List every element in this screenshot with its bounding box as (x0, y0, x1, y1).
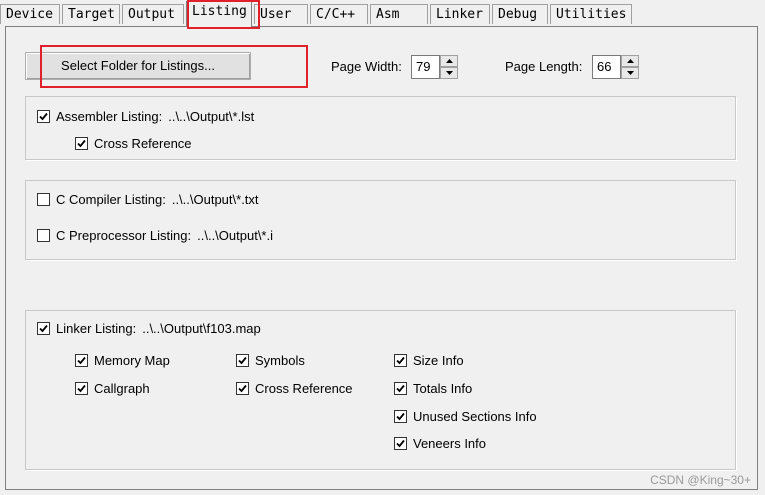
symbols-checkbox[interactable]: Symbols (236, 351, 305, 369)
arrow-up-icon (445, 59, 453, 63)
listing-tab-highlight (187, 0, 260, 29)
linker-listing-path: ..\..\Output\f103.map (142, 320, 261, 336)
size-info-checkbox[interactable]: Size Info (394, 351, 464, 369)
select-folder-highlight (40, 45, 308, 88)
checkbox-box (236, 353, 249, 367)
page-length-input[interactable]: 66 (592, 55, 621, 79)
linker-listing-checkbox[interactable]: Linker Listing: ..\..\Output\f103.map (37, 319, 261, 337)
arrow-up-icon (626, 59, 634, 63)
tab-utilities[interactable]: Utilities (550, 4, 632, 24)
arrow-down-icon (445, 71, 453, 75)
tab-user[interactable]: User (254, 4, 308, 24)
memory-map-label: Memory Map (94, 352, 170, 368)
checkbox-box (394, 436, 407, 450)
tab-device[interactable]: Device (0, 4, 60, 24)
veneers-info-checkbox[interactable]: Veneers Info (394, 434, 486, 452)
assembler-cross-reference-checkbox[interactable]: Cross Reference (75, 134, 192, 152)
check-icon (396, 412, 405, 420)
checkbox-box (37, 321, 50, 335)
tab-c-cpp[interactable]: C/C++ (310, 4, 368, 24)
check-icon (77, 139, 86, 147)
totals-info-label: Totals Info (413, 380, 473, 396)
check-icon (396, 356, 405, 364)
callgraph-checkbox[interactable]: Callgraph (75, 379, 150, 397)
callgraph-label: Callgraph (94, 380, 150, 396)
checkbox-box (37, 109, 50, 123)
symbols-label: Symbols (255, 352, 305, 368)
check-icon (77, 356, 86, 364)
veneers-info-label: Veneers Info (413, 435, 486, 451)
c-compiler-listing-checkbox[interactable]: C Compiler Listing: ..\..\Output\*.txt (37, 190, 259, 208)
assembler-listing-label: Assembler Listing: (56, 108, 163, 124)
tab-output[interactable]: Output (122, 4, 184, 24)
assembler-listing-checkbox[interactable]: Assembler Listing: ..\..\Output\*.lst (37, 107, 254, 125)
page-length-up-button[interactable] (621, 55, 639, 67)
checkbox-box (75, 353, 88, 367)
page-width-down-button[interactable] (440, 67, 458, 79)
checkbox-box (37, 228, 50, 242)
check-icon (396, 384, 405, 392)
linker-cross-reference-label: Cross Reference (255, 380, 353, 396)
c-preprocessor-listing-path: ..\..\Output\*.i (197, 227, 273, 243)
check-icon (396, 439, 405, 447)
checkbox-box (75, 381, 88, 395)
tab-target[interactable]: Target (62, 4, 120, 24)
c-preprocessor-listing-checkbox[interactable]: C Preprocessor Listing: ..\..\Output\*.i (37, 226, 273, 244)
check-icon (238, 384, 247, 392)
tab-asm[interactable]: Asm (370, 4, 428, 24)
checkbox-box (75, 136, 88, 150)
memory-map-checkbox[interactable]: Memory Map (75, 351, 170, 369)
linker-listing-label: Linker Listing: (56, 320, 137, 336)
checkbox-box (236, 381, 249, 395)
linker-cross-reference-checkbox[interactable]: Cross Reference (236, 379, 353, 397)
c-compiler-listing-label: C Compiler Listing: (56, 191, 166, 207)
page-width-up-button[interactable] (440, 55, 458, 67)
tab-bar: Device Target Output Listing User C/C++ … (0, 0, 765, 27)
check-icon (77, 384, 86, 392)
check-icon (39, 112, 48, 120)
page-width-label: Page Width: (331, 59, 402, 74)
checkbox-box (394, 353, 407, 367)
unused-sections-info-checkbox[interactable]: Unused Sections Info (394, 407, 537, 425)
page-width-input[interactable]: 79 (411, 55, 440, 79)
unused-sections-info-label: Unused Sections Info (413, 408, 537, 424)
totals-info-checkbox[interactable]: Totals Info (394, 379, 472, 397)
tab-linker[interactable]: Linker (430, 4, 490, 24)
check-icon (238, 356, 247, 364)
tab-debug[interactable]: Debug (492, 4, 548, 24)
page-length-down-button[interactable] (621, 67, 639, 79)
assembler-listing-path: ..\..\Output\*.lst (168, 108, 255, 124)
checkbox-box (394, 381, 407, 395)
c-preprocessor-listing-label: C Preprocessor Listing: (56, 227, 192, 243)
arrow-down-icon (626, 71, 634, 75)
size-info-label: Size Info (413, 352, 464, 368)
page-length-spinner[interactable]: 66 (592, 55, 639, 79)
page-length-label: Page Length: (505, 59, 583, 74)
checkbox-box (394, 409, 407, 423)
checkbox-box (37, 192, 50, 206)
page-width-spinner[interactable]: 79 (411, 55, 458, 79)
check-icon (39, 324, 48, 332)
assembler-cross-reference-label: Cross Reference (94, 135, 192, 151)
watermark: CSDN @King~30+ (650, 473, 751, 487)
c-compiler-listing-path: ..\..\Output\*.txt (171, 191, 259, 207)
